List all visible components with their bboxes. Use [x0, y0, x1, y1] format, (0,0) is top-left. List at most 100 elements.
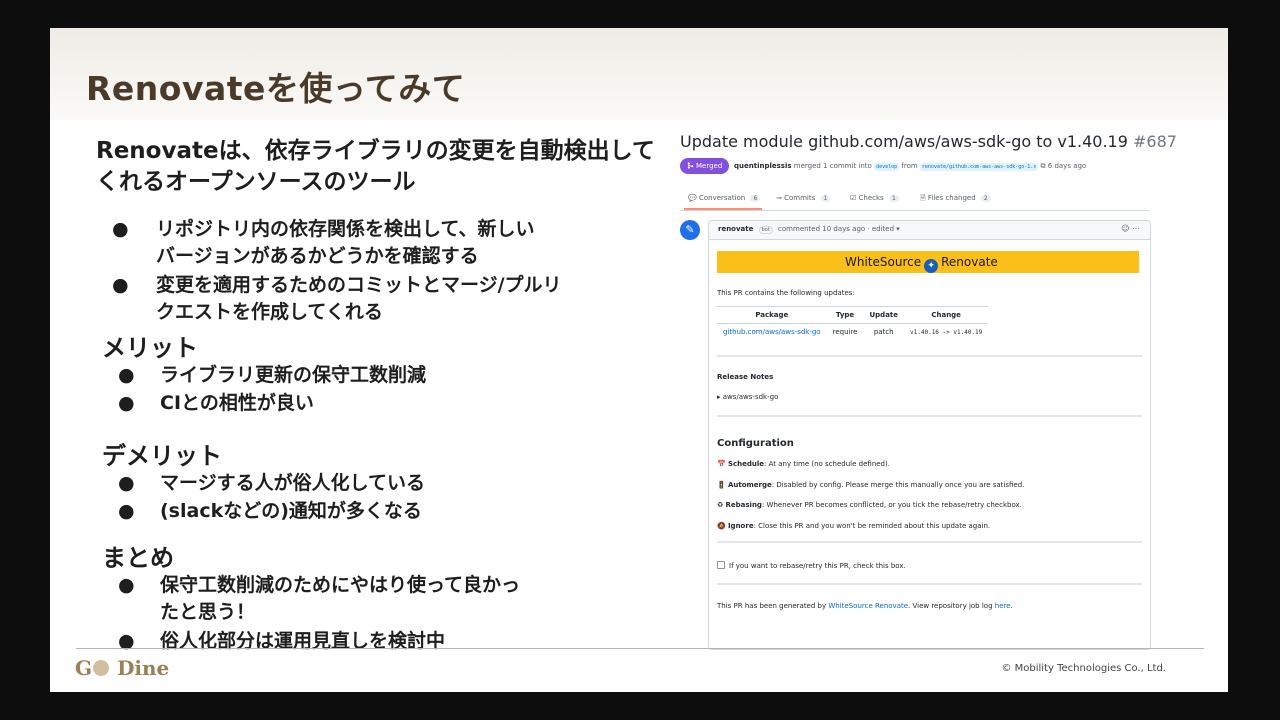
logo-rest: Dine — [117, 656, 170, 680]
slide-title: Renovateを使ってみて — [86, 69, 466, 108]
config-rebasing: ♻ Rebasing: Whenever PR becomes conflict… — [717, 501, 1022, 509]
rebase-checkbox[interactable] — [717, 561, 725, 569]
bullet-text: バージョンがあるかどうかを確認する — [156, 245, 479, 267]
release-notes-label: aws/aws-sdk-go — [722, 393, 779, 401]
tab-count: 1 — [888, 195, 899, 202]
whitesource-renovate-link[interactable]: WhiteSource Renovate — [828, 602, 908, 610]
edited-dropdown[interactable]: · edited ▾ — [867, 225, 899, 233]
bullet-dot: ● — [118, 392, 135, 414]
bullet-item: ● マージする人が俗人化している — [118, 470, 618, 497]
tab-label: Commits — [784, 194, 816, 202]
traffic-light-icon: 🚦 — [717, 481, 726, 489]
pr-meta: quentinplessis merged 1 commit into deve… — [734, 162, 1086, 171]
tab-count: 2 — [980, 195, 991, 202]
bullet-dot: ● — [118, 500, 135, 522]
divider — [717, 541, 1142, 543]
bullet-item: ● 変更を適用するためのコミットとマージ/プルリ クエストを作成してくれる — [112, 272, 652, 326]
more-options-icon[interactable]: ⋯ — [1132, 224, 1140, 233]
bullet-item: ● (slackなどの)通知が多くなる — [118, 498, 618, 525]
renovate-logo-icon: ✦ — [924, 259, 939, 273]
pr-comment: renovate bot commented 10 days ago · edi… — [708, 220, 1151, 650]
config-label: Automerge — [727, 481, 772, 489]
logo-g: G — [75, 656, 93, 680]
contains-text: This PR contains the following updates: — [717, 289, 855, 297]
renovate-banner: WhiteSource ✦ Renovate — [717, 251, 1139, 273]
checks-icon: ☑ — [850, 194, 857, 202]
pr-ago: 6 days ago — [1047, 162, 1087, 170]
updates-table: Package Type Update Change github.com/aw… — [717, 306, 989, 340]
base-branch[interactable]: develop — [874, 163, 900, 171]
comment-author-line: renovate bot commented 10 days ago · edi… — [718, 225, 900, 234]
config-text: : At any time (no schedule defined). — [764, 460, 890, 468]
configuration-heading: Configuration — [717, 438, 794, 449]
bullet-item: ● 保守工数削減のためにやはり使って良かっ たと思う！ — [118, 572, 638, 626]
table-header: Change — [904, 306, 989, 324]
recycle-icon: ♻ — [717, 501, 724, 509]
tab-label: Files changed — [927, 194, 976, 202]
table-cell: patch — [863, 323, 905, 340]
config-label: Schedule — [727, 460, 765, 468]
table-header: Update — [863, 306, 905, 324]
tab-divider — [680, 210, 1150, 211]
job-log-link[interactable]: here — [995, 602, 1011, 610]
pr-from-text: from — [901, 162, 918, 170]
files-icon: 🗎 — [920, 194, 926, 202]
emoji-reaction-icon[interactable]: ☺ — [1121, 224, 1129, 233]
bullet-dot: ● — [118, 630, 135, 652]
tab-count: 6 — [750, 195, 761, 202]
tab-files-changed[interactable]: 🗎 Files changed 2 — [920, 194, 991, 205]
pr-merged-text: merged 1 commit into — [793, 162, 872, 170]
pr-screenshot: Update module github.com/aws/aws-sdk-go … — [678, 128, 1188, 650]
godine-logo: G Dine — [75, 656, 169, 680]
bullet-dot: ● — [118, 364, 135, 386]
table-cell: require — [826, 323, 864, 340]
bullet-dot: ● — [118, 574, 135, 596]
bullet-text: CIとの相性が良い — [160, 392, 314, 414]
generated-end: . — [1010, 602, 1013, 610]
renovate-avatar[interactable]: ✎ — [680, 220, 700, 240]
merge-icon — [687, 162, 694, 169]
bullet-text: たと思う！ — [160, 601, 256, 623]
head-branch[interactable]: renovate/github.com-aws-aws-sdk-go-1.x — [919, 163, 1039, 171]
bullet-dot: ● — [112, 274, 129, 296]
divider — [717, 415, 1142, 417]
tab-conversation[interactable]: 💬 Conversation 6 — [688, 194, 761, 202]
active-tab-indicator — [684, 208, 762, 210]
table-cell: v1.40.16 -> v1.40.19 — [904, 323, 989, 340]
bullet-text: クエストを作成してくれる — [156, 301, 383, 323]
pr-title: Update module github.com/aws/aws-sdk-go … — [680, 132, 1177, 151]
tab-label: Checks — [858, 194, 884, 202]
copy-icon[interactable]: ⧉ — [1041, 162, 1046, 170]
comment-meta[interactable]: commented 10 days ago — [778, 225, 865, 233]
logo-circle-icon — [93, 660, 110, 676]
rebase-checkbox-row: If you want to rebase/retry this PR, che… — [717, 561, 906, 570]
tab-checks[interactable]: ☑ Checks 1 — [850, 194, 899, 202]
conversation-icon: 💬 — [688, 194, 697, 202]
package-link[interactable]: github.com/aws/aws-sdk-go — [717, 323, 827, 340]
footer-divider — [76, 648, 1204, 649]
bullet-dot: ● — [118, 472, 135, 494]
bullet-text: 保守工数削減のためにやはり使って良かっ — [160, 574, 521, 596]
comment-header: renovate bot commented 10 days ago · edi… — [709, 221, 1150, 240]
generated-by-text: This PR has been generated by WhiteSourc… — [717, 602, 1013, 610]
demerit-heading: デメリット — [102, 442, 222, 470]
release-notes-heading: Release Notes — [717, 373, 774, 381]
comment-author[interactable]: renovate — [718, 225, 753, 233]
tab-count: 1 — [820, 195, 831, 202]
slide: Renovateを使ってみて Renovateは、依存ライブラリの変更を自動検出… — [50, 28, 1228, 692]
bullet-item: ● リポジトリ内の依存関係を検出して、新しい バージョンがあるかどうかを確認する — [112, 216, 652, 270]
config-ignore: 🔕 Ignore: Close this PR and you won't be… — [717, 522, 990, 530]
table-header-row: Package Type Update Change — [717, 306, 989, 324]
merged-label: Merged — [695, 162, 723, 170]
bullet-dot: ● — [112, 218, 129, 240]
table-row: github.com/aws/aws-sdk-go require patch … — [717, 323, 989, 340]
tab-commits[interactable]: ⊸ Commits 1 — [776, 194, 831, 202]
bullet-text: 変更を適用するためのコミットとマージ/プルリ — [156, 274, 562, 296]
banner-right: Renovate — [941, 255, 998, 269]
generated-prefix: This PR has been generated by — [717, 602, 827, 610]
bullet-text: 俗人化部分は運用見直しを検討中 — [160, 630, 446, 652]
release-notes-item[interactable]: ▸ aws/aws-sdk-go — [717, 393, 778, 401]
summary-heading: まとめ — [102, 544, 174, 572]
commits-icon: ⊸ — [776, 194, 782, 202]
pr-author[interactable]: quentinplessis — [734, 162, 792, 170]
